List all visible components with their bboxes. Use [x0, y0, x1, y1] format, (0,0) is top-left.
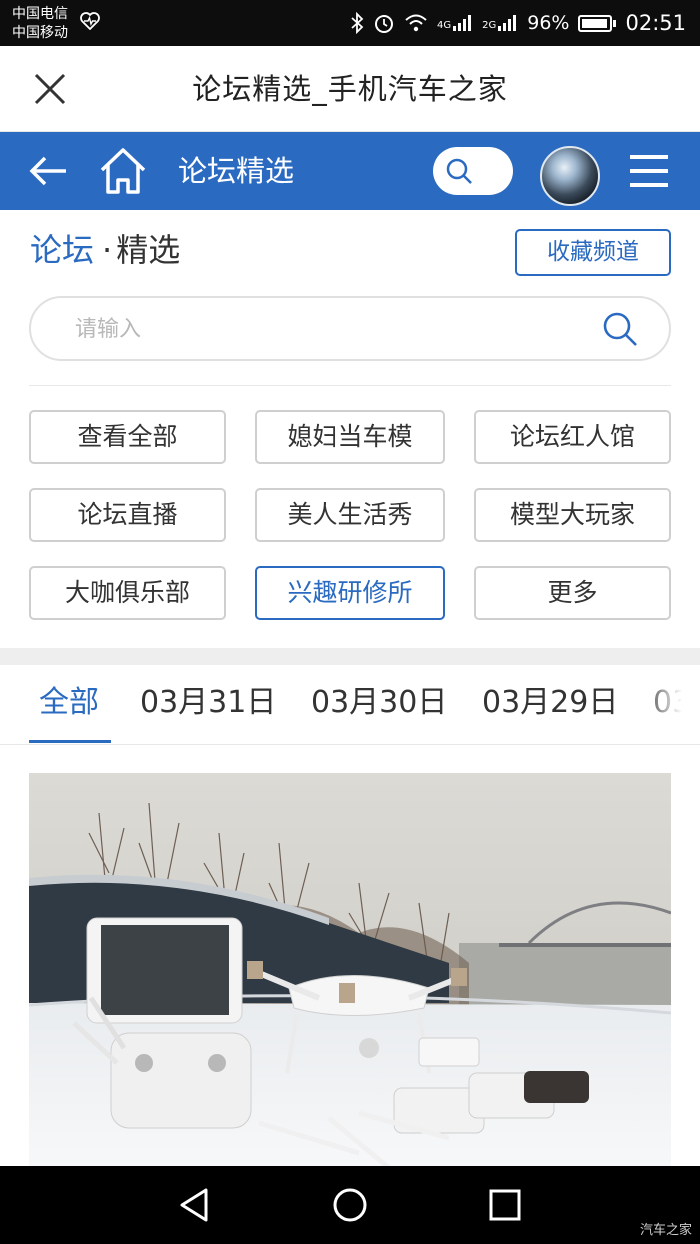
- active-tab-indicator: [29, 740, 111, 743]
- health-heart-icon: [80, 12, 100, 30]
- tab-date[interactable]: 03月29日: [482, 665, 618, 744]
- bluetooth-icon: [351, 12, 364, 34]
- carrier-2: 中国移动: [12, 25, 68, 41]
- featured-post-image[interactable]: [29, 773, 671, 1168]
- system-navigation-bar: 汽车之家: [0, 1166, 700, 1244]
- home-icon[interactable]: [98, 146, 148, 196]
- category-beauty-life[interactable]: 美人生活秀: [255, 488, 445, 542]
- battery-percent: 96%: [527, 12, 570, 34]
- user-avatar[interactable]: [540, 146, 600, 206]
- breadcrumb-forum-link[interactable]: 论坛: [30, 231, 94, 269]
- search-input[interactable]: [75, 308, 575, 350]
- tab-all[interactable]: 全部: [39, 665, 99, 744]
- drone-car-photo: [29, 773, 671, 1168]
- category-wife-model[interactable]: 媳妇当车模: [255, 410, 445, 464]
- page-title: 论坛精选_手机汽车之家: [192, 72, 508, 106]
- divider: [29, 385, 671, 386]
- watermark: 汽车之家: [639, 1223, 692, 1238]
- signal-2g-icon: 2G: [482, 15, 518, 31]
- nav-search-button[interactable]: [433, 147, 513, 195]
- date-tabs: 全部 03月31日 03月30日 03月29日 03: [0, 665, 700, 745]
- system-recents-icon[interactable]: [484, 1184, 526, 1226]
- category-vip-club[interactable]: 大咖俱乐部: [29, 566, 226, 620]
- site-nav-bar: 论坛精选: [0, 132, 700, 210]
- tabs-fade: [640, 665, 700, 741]
- wifi-icon: [405, 14, 427, 32]
- search-icon[interactable]: [601, 310, 639, 348]
- breadcrumb: 论坛 · 精选: [30, 226, 180, 274]
- carrier-1: 中国电信: [12, 6, 68, 22]
- category-view-all[interactable]: 查看全部: [29, 410, 226, 464]
- carrier-info: 中国电信 中国移动: [12, 5, 68, 43]
- category-more[interactable]: 更多: [474, 566, 671, 620]
- system-home-icon[interactable]: [329, 1184, 371, 1226]
- breadcrumb-current: 精选: [116, 231, 181, 269]
- search-bar: [29, 296, 671, 361]
- category-forum-live[interactable]: 论坛直播: [29, 488, 226, 542]
- breadcrumb-separator: ·: [102, 231, 113, 269]
- search-icon: [446, 158, 472, 184]
- menu-icon[interactable]: [628, 151, 670, 191]
- network-type-2: 2G: [482, 20, 497, 31]
- system-back-icon[interactable]: [174, 1184, 216, 1226]
- nav-title: 论坛精选: [178, 154, 295, 188]
- alarm-icon: [374, 15, 393, 33]
- network-type-1: 4G: [436, 20, 452, 31]
- category-forum-stars[interactable]: 论坛红人馆: [474, 410, 671, 464]
- category-interest-studio[interactable]: 兴趣研修所: [255, 566, 445, 620]
- tab-date[interactable]: 03月31日: [140, 665, 276, 744]
- signal-4g-icon: 4G: [437, 15, 473, 31]
- tab-date[interactable]: 03月30日: [311, 665, 447, 744]
- status-icons: 4G 2G 96% 02:51: [350, 0, 686, 46]
- status-bar: 中国电信 中国移动 4G 2G 96% 02:51: [0, 0, 700, 46]
- section-separator: [0, 648, 700, 665]
- battery-icon: [578, 14, 617, 32]
- category-model-players[interactable]: 模型大玩家: [474, 488, 671, 542]
- browser-title-bar: 论坛精选_手机汽车之家: [0, 46, 700, 132]
- back-arrow-icon[interactable]: [26, 150, 70, 192]
- clock: 02:51: [625, 11, 686, 35]
- favorite-channel-button[interactable]: 收藏频道: [515, 229, 671, 276]
